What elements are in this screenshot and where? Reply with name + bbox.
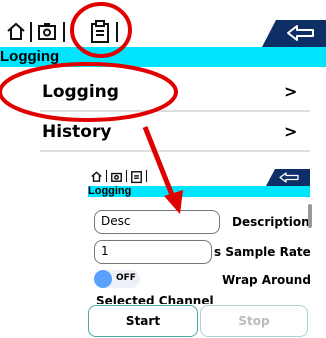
annotation-arrow-line [142, 126, 175, 196]
highlight-ellipse-logging [0, 62, 178, 122]
annotation-arrow-head [164, 190, 183, 214]
highlight-ellipse-clipboard [70, 2, 132, 58]
annotation-layer [0, 2, 183, 214]
